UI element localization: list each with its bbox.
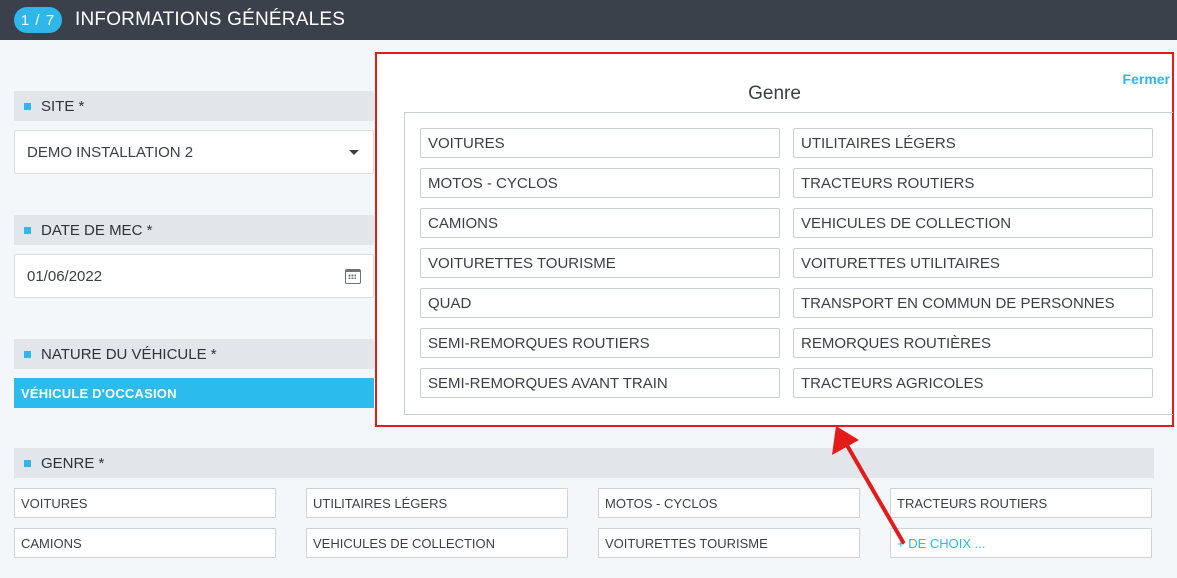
site-section-header: SITE *: [14, 91, 374, 121]
popup-option[interactable]: CAMIONS: [420, 208, 780, 238]
nature-label: NATURE DU VÉHICULE *: [41, 345, 217, 363]
popup-options-box: VOITURES UTILITAIRES LÉGERS MOTOS - CYCL…: [404, 112, 1173, 415]
popup-option[interactable]: UTILITAIRES LÉGERS: [793, 128, 1153, 158]
more-choices-button[interactable]: + DE CHOIX ...: [890, 528, 1152, 558]
genre-option[interactable]: MOTOS - CYCLOS: [598, 488, 860, 518]
genre-section-header: GENRE *: [14, 448, 1154, 478]
popup-option[interactable]: SEMI-REMORQUES AVANT TRAIN: [420, 368, 780, 398]
popup-option[interactable]: VOITURETTES UTILITAIRES: [793, 248, 1153, 278]
genre-option[interactable]: VEHICULES DE COLLECTION: [306, 528, 568, 558]
genre-option[interactable]: TRACTEURS ROUTIERS: [890, 488, 1152, 518]
popup-option[interactable]: VOITURES: [420, 128, 780, 158]
popup-option[interactable]: QUAD: [420, 288, 780, 318]
top-bar: 1 / 7 INFORMATIONS GÉNÉRALES: [0, 0, 1177, 40]
genre-option[interactable]: UTILITAIRES LÉGERS: [306, 488, 568, 518]
genre-option[interactable]: VOITURETTES TOURISME: [598, 528, 860, 558]
popup-option[interactable]: VEHICULES DE COLLECTION: [793, 208, 1153, 238]
popup-option[interactable]: TRACTEURS ROUTIERS: [793, 168, 1153, 198]
page-title: INFORMATIONS GÉNÉRALES: [75, 9, 346, 30]
site-value: DEMO INSTALLATION 2: [27, 143, 194, 161]
step-badge: 1 / 7: [14, 7, 62, 33]
genre-option[interactable]: VOITURES: [14, 488, 276, 518]
popup-option[interactable]: REMORQUES ROUTIÈRES: [793, 328, 1153, 358]
date-mec-section-header: DATE DE MEC *: [14, 215, 374, 245]
genre-label: GENRE *: [41, 454, 105, 472]
bullet-square-icon: [24, 226, 31, 234]
date-mec-input[interactable]: 01/06/2022: [14, 254, 374, 298]
bullet-square-icon: [24, 102, 31, 110]
nature-option-selected[interactable]: VÉHICULE D'OCCASION: [14, 378, 374, 408]
site-select[interactable]: DEMO INSTALLATION 2: [14, 130, 374, 174]
chevron-down-icon[interactable]: [349, 149, 359, 155]
genre-popup: Fermer Genre VOITURES UTILITAIRES LÉGERS…: [375, 52, 1174, 427]
genre-option[interactable]: CAMIONS: [14, 528, 276, 558]
bullet-square-icon: [24, 459, 31, 467]
popup-option[interactable]: MOTOS - CYCLOS: [420, 168, 780, 198]
bullet-square-icon: [24, 350, 31, 358]
popup-option[interactable]: VOITURETTES TOURISME: [420, 248, 780, 278]
popup-option[interactable]: SEMI-REMORQUES ROUTIERS: [420, 328, 780, 358]
popup-option[interactable]: TRANSPORT EN COMMUN DE PERSONNES: [793, 288, 1153, 318]
popup-title: Genre: [748, 83, 801, 104]
date-mec-value: 01/06/2022: [27, 267, 103, 285]
nature-section-header: NATURE DU VÉHICULE *: [14, 339, 374, 369]
calendar-icon[interactable]: [345, 268, 361, 284]
date-mec-label: DATE DE MEC *: [41, 221, 153, 239]
popup-option[interactable]: TRACTEURS AGRICOLES: [793, 368, 1153, 398]
site-label: SITE *: [41, 97, 85, 115]
